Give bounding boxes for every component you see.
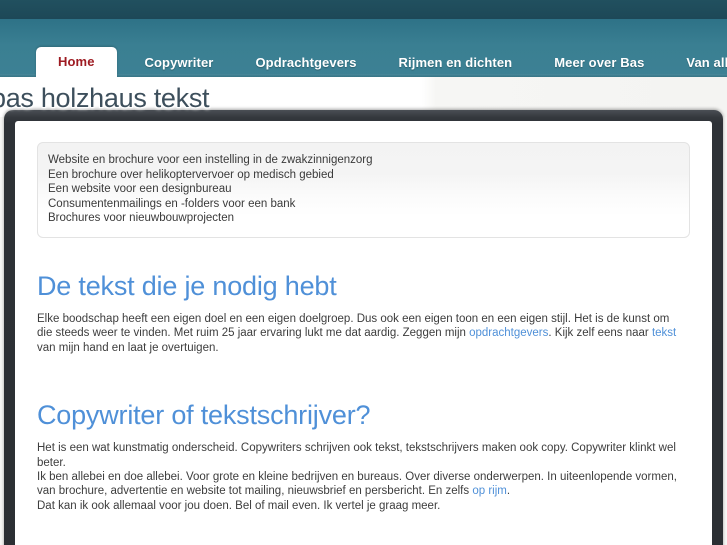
list-item: Een brochure over helikoptervervoer op m… (48, 168, 334, 181)
nav-item-home[interactable]: Home (36, 47, 117, 77)
page-root: Home Copywriter Opdrachtgevers Rijmen en… (0, 0, 727, 545)
list-item: Website en brochure voor een instelling … (48, 154, 373, 166)
section-heading-tekst: De tekst die je nodig hebt (37, 270, 337, 301)
main-navigation: Home Copywriter Opdrachtgevers Rijmen en… (0, 19, 727, 77)
nav-item-van-alles[interactable]: Van alles (672, 48, 727, 77)
link-op-rijm[interactable]: op rijm (472, 485, 507, 497)
list-item: Consumentenmailings en -folders voor een… (48, 197, 296, 210)
paragraph-text: . Kijk zelf eens naar (548, 327, 652, 340)
paragraph-text: Het is een wat kunstmatig onderscheid. C… (37, 442, 676, 469)
link-tekst[interactable]: tekst (652, 327, 676, 339)
list-item: Een website voor een designbureau (48, 183, 232, 196)
paragraph-text: van mijn hand en laat je overtuigen. (37, 341, 219, 354)
nav-item-copywriter[interactable]: Copywriter (131, 48, 228, 77)
paragraph-text: Ik ben allebei en doe allebei. Voor grot… (37, 471, 677, 498)
content-frame: Website en brochure voor een instelling … (4, 110, 723, 545)
site-title: bas holzhaus tekst (0, 83, 210, 113)
section-heading-copywriter: Copywriter of tekstschrijver? (37, 400, 371, 431)
paragraph-text: Dat kan ik ook allemaal voor jou doen. B… (37, 499, 441, 512)
link-opdrachtgevers[interactable]: opdrachtgevers (469, 327, 548, 339)
nav-item-rijmen-en-dichten[interactable]: Rijmen en dichten (385, 48, 527, 77)
section-paragraph-tekst: Elke boodschap heeft een eigen doel en e… (37, 312, 677, 355)
nav-item-opdrachtgevers[interactable]: Opdrachtgevers (241, 48, 370, 77)
top-bar (0, 0, 727, 19)
paragraph-text: . (506, 485, 511, 498)
section-paragraph-copywriter: Het is een wat kunstmatig onderscheid. C… (37, 441, 677, 513)
list-item: Brochures voor nieuwbouwprojecten (48, 212, 235, 225)
article-content: De tekst die je nodig hebt Elke boodscha… (33, 271, 694, 545)
nav-item-meer-over-bas[interactable]: Meer over Bas (540, 48, 658, 77)
portfolio-list: Website en brochure voor een instelling … (37, 142, 690, 238)
content-panel: Website en brochure voor een instelling … (15, 121, 712, 545)
